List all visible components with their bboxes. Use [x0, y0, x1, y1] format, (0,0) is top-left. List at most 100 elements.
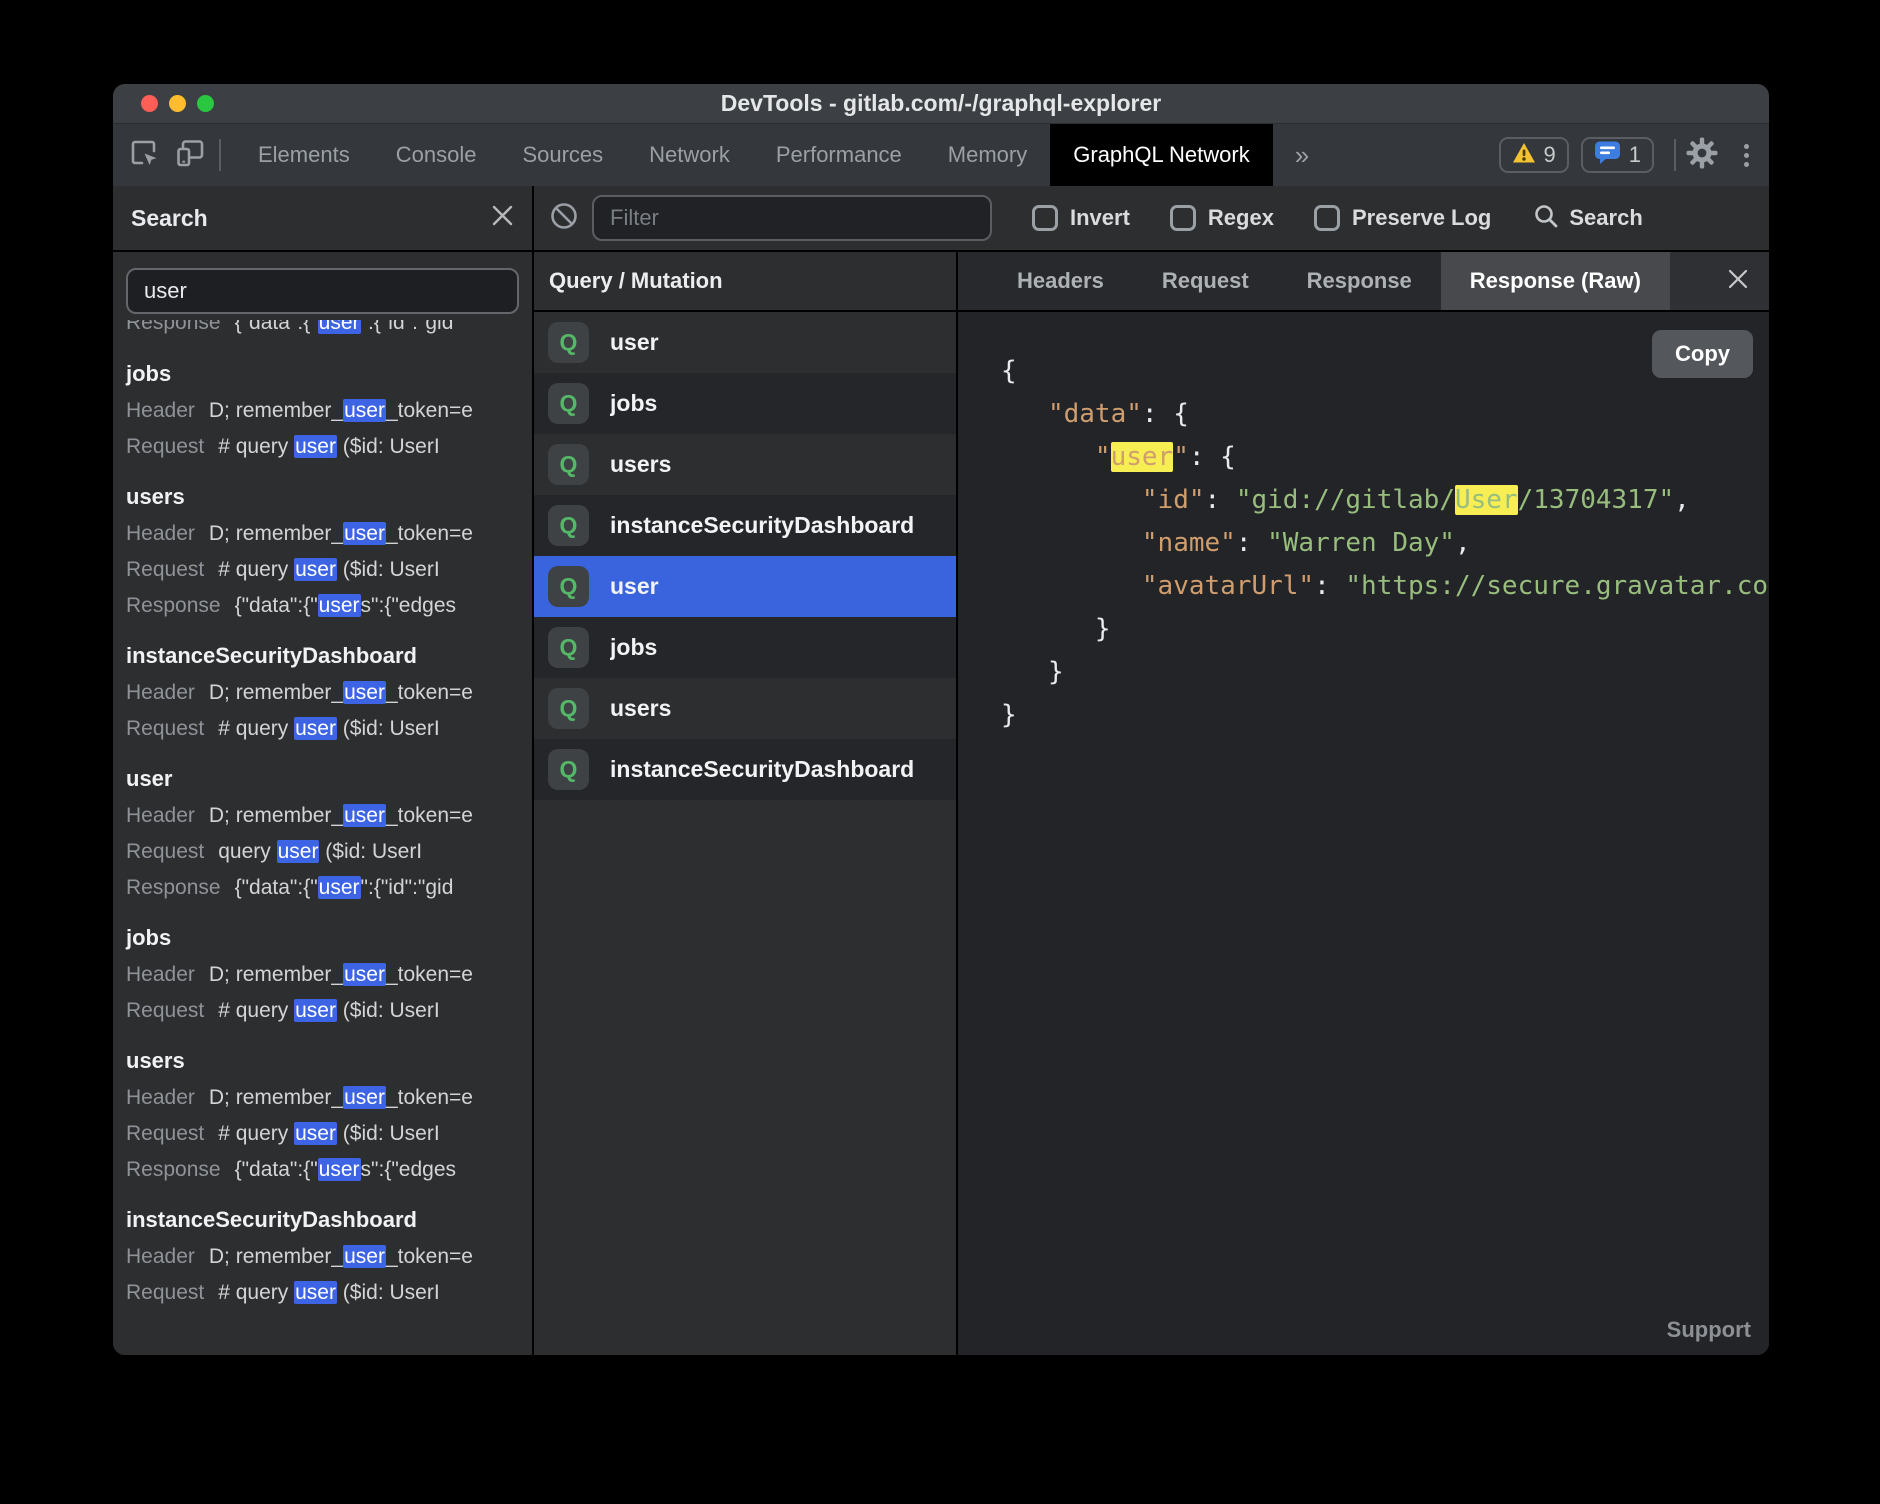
search-result-line-request[interactable]: Request# query user ($id: UserI	[126, 552, 519, 588]
search-result-line-request[interactable]: Requestquery user ($id: UserI	[126, 834, 519, 870]
search-result-line-header[interactable]: HeaderD; remember_user_token=e	[126, 1239, 519, 1275]
search-result-line-request[interactable]: Request# query user ($id: UserI	[126, 1275, 519, 1311]
query-list-item-users[interactable]: Qusers	[534, 434, 956, 495]
json-response-view[interactable]: { "data": { "user": { "id": "gid://gitla…	[1001, 350, 1769, 737]
issues-badge[interactable]: 1	[1581, 137, 1654, 173]
search-result-line-header[interactable]: HeaderD; remember_user_token=e	[126, 957, 519, 993]
block-requests-icon[interactable]	[550, 202, 578, 235]
search-result-line-request[interactable]: Request# query user ($id: UserI	[126, 711, 519, 747]
response-detail-panel: HeadersRequestResponseResponse (Raw) Cop…	[958, 252, 1769, 1355]
query-list-item-instancesecuritydashboard[interactable]: QinstanceSecurityDashboard	[534, 495, 956, 556]
search-result-line-header[interactable]: HeaderD; remember_user_token=e	[126, 516, 519, 552]
devtools-tab-graphql-network[interactable]: GraphQL Network	[1050, 124, 1272, 186]
result-group-title[interactable]: jobs	[126, 919, 519, 957]
detail-tab-response[interactable]: Response	[1278, 252, 1441, 310]
checkbox-box[interactable]	[1314, 205, 1340, 231]
result-group-title[interactable]: users	[126, 1042, 519, 1080]
devtools-tab-network[interactable]: Network	[626, 124, 753, 186]
result-group-title[interactable]: instanceSecurityDashboard	[126, 1201, 519, 1239]
query-type-icon: Q	[548, 688, 589, 729]
match-highlight: user	[343, 681, 386, 704]
devtools-tab-performance[interactable]: Performance	[753, 124, 925, 186]
query-list-item-user[interactable]: Quser	[534, 556, 956, 617]
search-result-line-response[interactable]: Response{"data":{"user":{"id":"gid	[126, 320, 519, 341]
detail-tab-strip: HeadersRequestResponseResponse (Raw)	[958, 252, 1769, 312]
result-group-title[interactable]: users	[126, 478, 519, 516]
devtools-window: DevTools - gitlab.com/-/graphql-explorer	[113, 84, 1769, 1355]
inspect-element-icon[interactable]	[129, 138, 159, 173]
result-line-label: Header	[126, 804, 195, 827]
search-result-group-users: usersHeaderD; remember_user_token=eReque…	[126, 1042, 519, 1188]
search-result-line-header[interactable]: HeaderD; remember_user_token=e	[126, 1080, 519, 1116]
search-result-group-user: userHeaderD; remember_user_token=eReques…	[126, 760, 519, 906]
search-result-line-request[interactable]: Request# query user ($id: UserI	[126, 429, 519, 465]
match-highlight: user	[343, 963, 386, 986]
checkbox-invert[interactable]: Invert	[1032, 205, 1130, 231]
devtools-tab-console[interactable]: Console	[373, 124, 500, 186]
more-tabs-chevron-icon[interactable]: »	[1273, 124, 1331, 186]
close-search-icon[interactable]	[491, 204, 514, 232]
filter-input[interactable]	[592, 195, 992, 241]
result-line-label: Response	[126, 876, 221, 899]
search-result-line-request[interactable]: Request# query user ($id: UserI	[126, 993, 519, 1029]
toolbar-right-group: 9 1	[1487, 124, 1770, 186]
query-list-item-jobs[interactable]: Qjobs	[534, 617, 956, 678]
result-group-title[interactable]: jobs	[126, 355, 519, 393]
settings-gear-icon[interactable]	[1686, 137, 1718, 174]
devtools-tab-strip: ElementsConsoleSourcesNetworkPerformance…	[235, 124, 1273, 186]
result-line-label: Header	[126, 399, 195, 422]
match-highlight: user	[294, 435, 337, 458]
devtools-tab-memory[interactable]: Memory	[925, 124, 1050, 186]
close-detail-icon[interactable]	[1727, 268, 1749, 295]
checkbox-box[interactable]	[1032, 205, 1058, 231]
query-mutation-header: Query / Mutation	[534, 252, 956, 312]
search-result-line-header[interactable]: HeaderD; remember_user_token=e	[126, 675, 519, 711]
detail-tab-headers[interactable]: Headers	[988, 252, 1133, 310]
query-list-item-jobs[interactable]: Qjobs	[534, 373, 956, 434]
result-line-label: Request	[126, 1122, 204, 1145]
result-group-title[interactable]: user	[126, 760, 519, 798]
checkbox-regex[interactable]: Regex	[1170, 205, 1274, 231]
result-line-label: Response	[126, 1158, 221, 1181]
checkbox-preserve-log[interactable]: Preserve Log	[1314, 205, 1491, 231]
search-result-line-header[interactable]: Header D; remember_user_token=e	[126, 393, 519, 429]
query-list-item-users[interactable]: Qusers	[534, 678, 956, 739]
warnings-badge[interactable]: 9	[1499, 137, 1569, 173]
detail-tab-request[interactable]: Request	[1133, 252, 1278, 310]
checkbox-box[interactable]	[1170, 205, 1196, 231]
network-search-control[interactable]: Search	[1533, 203, 1642, 234]
network-search-label: Search	[1569, 205, 1642, 231]
devtools-tab-elements[interactable]: Elements	[235, 124, 373, 186]
result-line-value: D; remember_user_token=e	[209, 399, 473, 422]
device-toolbar-icon[interactable]	[175, 138, 205, 173]
search-match-highlight: user	[1111, 442, 1174, 472]
search-result-line-response[interactable]: Response{"data":{"user":{"id":"gid	[126, 870, 519, 906]
result-group-title[interactable]: instanceSecurityDashboard	[126, 637, 519, 675]
search-result-line-request[interactable]: Request# query user ($id: UserI	[126, 1116, 519, 1152]
detail-tab-response-raw[interactable]: Response (Raw)	[1441, 252, 1670, 310]
query-item-label: jobs	[610, 390, 657, 417]
query-list-item-user[interactable]: Quser	[534, 312, 956, 373]
kebab-menu-icon[interactable]	[1744, 144, 1749, 167]
query-list-item-instancesecuritydashboard[interactable]: QinstanceSecurityDashboard	[534, 739, 956, 800]
search-input[interactable]	[126, 268, 519, 314]
result-line-value: # query user ($id: UserI	[218, 435, 439, 458]
checkbox-label: Regex	[1208, 205, 1274, 231]
window-title: DevTools - gitlab.com/-/graphql-explorer	[113, 90, 1769, 117]
result-line-value: D; remember_user_token=e	[209, 1086, 473, 1109]
result-line-value: D; remember_user_token=e	[209, 1245, 473, 1268]
match-highlight: user	[343, 1086, 386, 1109]
search-result-line-response[interactable]: Response{"data":{"users":{"edges	[126, 1152, 519, 1188]
issues-count: 1	[1629, 142, 1641, 168]
search-results-list[interactable]: Response{"data":{"user":{"id":"gid jobs He…	[113, 316, 532, 1355]
json-line: "id": "gid://gitlab/User/13704317",	[1001, 479, 1769, 522]
search-result-line-response[interactable]: Response{"data":{"users":{"edges	[126, 588, 519, 624]
query-type-icon: Q	[548, 627, 589, 668]
search-result-line-header[interactable]: HeaderD; remember_user_token=e	[126, 798, 519, 834]
match-highlight: user	[343, 1245, 386, 1268]
devtools-toolbar: ElementsConsoleSourcesNetworkPerformance…	[113, 124, 1769, 186]
query-item-label: instanceSecurityDashboard	[610, 756, 914, 783]
devtools-tab-sources[interactable]: Sources	[499, 124, 626, 186]
support-link[interactable]: Support	[1667, 1317, 1751, 1343]
query-mutation-panel: Query / Mutation QuserQjobsQusersQinstan…	[534, 252, 958, 1355]
